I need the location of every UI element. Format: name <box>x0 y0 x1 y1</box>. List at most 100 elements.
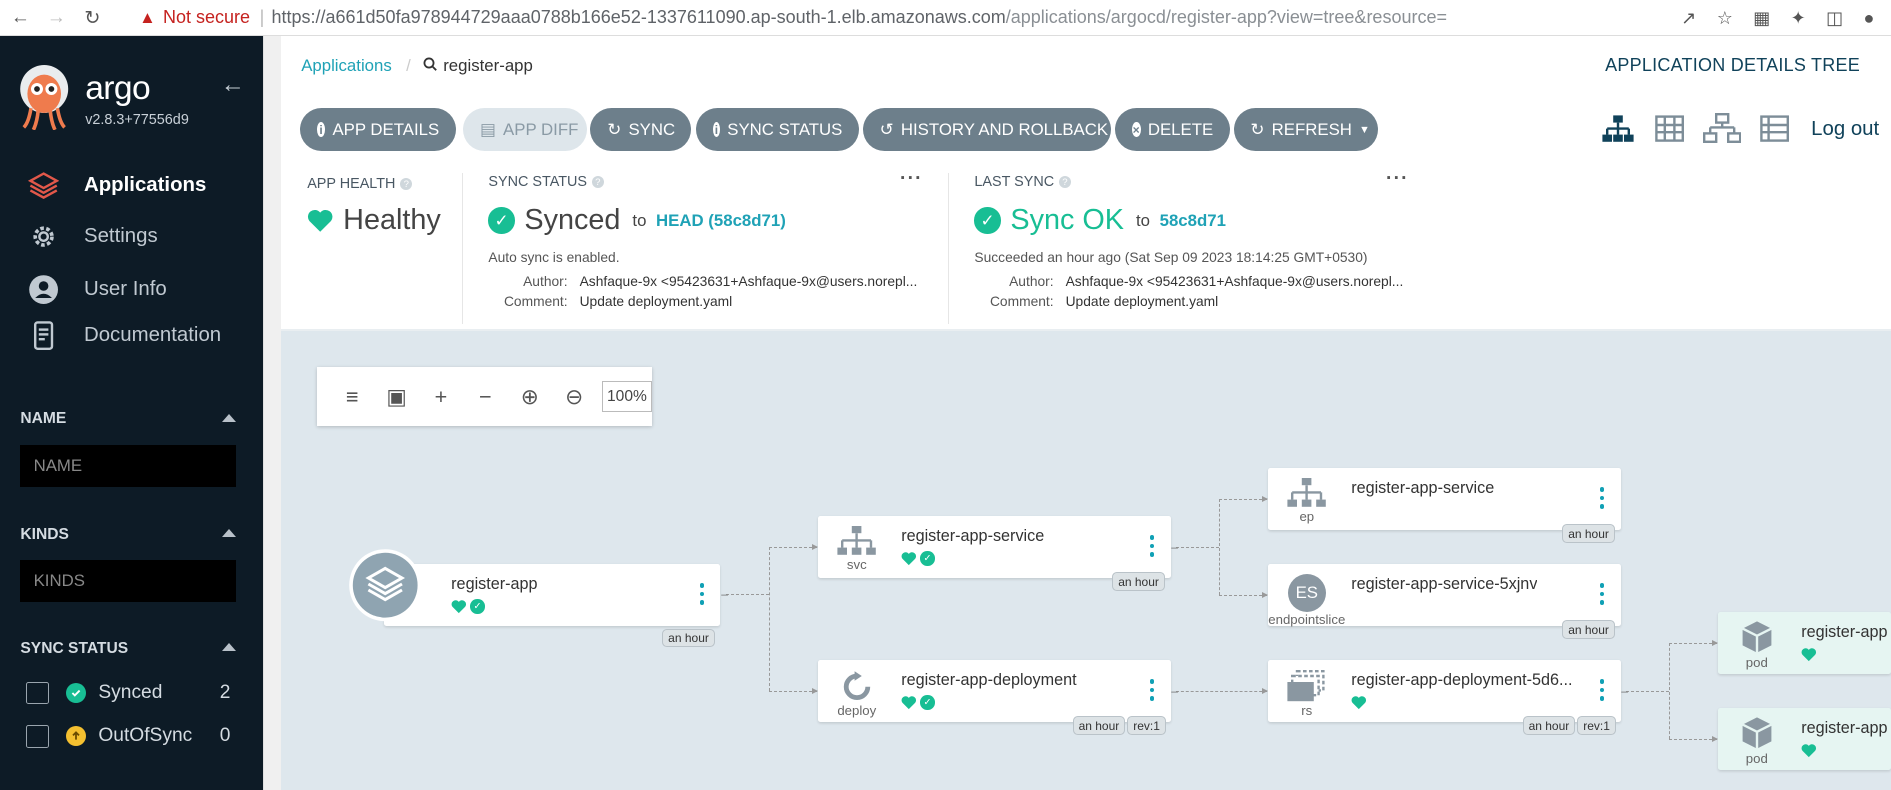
refresh-button[interactable]: ↻ REFRESH ▼ <box>1233 108 1378 152</box>
deploy-node[interactable]: deploy register-app-deployment ✓ an hour… <box>818 659 1172 735</box>
app-diff-button[interactable]: ▤ APP DIFF <box>463 108 587 152</box>
zoom-level[interactable]: 100% <box>602 380 652 413</box>
deploy-icon: deploy <box>830 670 883 718</box>
arrow-up-circle-icon <box>65 726 87 747</box>
help-icon[interactable]: ? <box>1058 176 1071 188</box>
history-rollback-button[interactable]: ↺ HISTORY AND ROLLBACK <box>862 108 1112 152</box>
view-switcher <box>1600 112 1791 150</box>
caret-down-icon: ▼ <box>1359 123 1370 136</box>
share-icon[interactable]: ↗ <box>1681 8 1696 29</box>
node-menu-icon[interactable] <box>1149 679 1155 701</box>
breadcrumb: Applications / register-app <box>301 56 533 76</box>
puzzle-icon[interactable]: ✦ <box>1791 8 1806 29</box>
filter-name-title[interactable]: NAME <box>20 410 237 428</box>
sync-status-button[interactable]: i SYNC STATUS <box>695 108 860 152</box>
endpoints-node[interactable]: ep register-app-service an hour <box>1268 467 1622 543</box>
caret-up-icon[interactable] <box>222 643 237 652</box>
help-icon[interactable]: ? <box>591 176 604 188</box>
app-node[interactable]: register-app ✓ an hour <box>348 549 720 648</box>
sidebar-item-documentation[interactable]: Documentation <box>26 319 221 353</box>
delete-button[interactable]: × DELETE <box>1114 108 1230 152</box>
collapse-all-icon[interactable]: − <box>463 379 507 415</box>
sidebar-item-user-info[interactable]: User Info <box>26 272 167 306</box>
outofsync-checkbox[interactable] <box>26 724 50 748</box>
pod-icon: pod <box>1718 619 1795 670</box>
user-icon <box>26 272 60 306</box>
check-circle-icon <box>65 682 87 704</box>
collapse-sidebar-icon[interactable]: ← <box>221 71 245 99</box>
service-icon: svc <box>830 525 883 572</box>
sync-status-menu[interactable]: ··· <box>900 168 923 190</box>
check-circle-icon: ✓ <box>974 207 1001 234</box>
search-icon <box>423 56 437 76</box>
sidebar-scrollbar[interactable] <box>262 36 281 790</box>
node-menu-icon[interactable] <box>1599 487 1605 509</box>
zoom-out-icon[interactable]: ⊖ <box>552 379 596 415</box>
sync-status-value[interactable]: ✓ Synced to HEAD (58c8d71) <box>488 204 786 237</box>
argo-logo-icon[interactable] <box>19 64 69 130</box>
sidebar: argo v2.8.3+77556d9 ← Applications Setti… <box>0 36 263 790</box>
node-menu-icon[interactable] <box>1599 583 1605 605</box>
heart-icon <box>1351 696 1367 709</box>
zoom-in-icon[interactable]: ⊕ <box>508 379 552 415</box>
caret-up-icon[interactable] <box>222 414 237 422</box>
list-view-icon[interactable] <box>1759 113 1790 150</box>
logout-link[interactable]: Log out <box>1811 118 1879 141</box>
arrow-right-icon[interactable]: → <box>41 7 72 29</box>
node-name: register-app-service <box>1351 478 1495 497</box>
sync-button[interactable]: ↻ SYNC <box>590 108 692 152</box>
gear-icon <box>26 220 60 254</box>
profile-icon[interactable]: ● <box>1864 8 1875 29</box>
expand-all-icon[interactable]: + <box>419 379 463 415</box>
last-sync-revision-link[interactable]: 58c8d71 <box>1160 211 1226 231</box>
fit-screen-icon[interactable]: ▣ <box>374 379 418 415</box>
not-secure-label[interactable]: Not secure <box>163 7 250 28</box>
age-badge: an hour <box>1562 524 1615 543</box>
help-icon[interactable]: ? <box>400 178 413 191</box>
pod-node[interactable]: pod register-app <box>1718 707 1891 771</box>
star-icon[interactable]: ☆ <box>1717 8 1733 29</box>
grid-view-icon[interactable] <box>1654 113 1685 150</box>
revision-badge: rev:1 <box>1577 716 1616 735</box>
revision-badge: rev:1 <box>1127 716 1166 735</box>
main-content: Applications / register-app APPLICATION … <box>280 36 1891 790</box>
sidepanel-icon[interactable]: ◫ <box>1826 8 1843 29</box>
synced-checkbox[interactable] <box>26 681 50 705</box>
tree-view-icon[interactable] <box>1600 113 1636 150</box>
app-details-button[interactable]: i APP DETAILS <box>299 108 456 152</box>
extension-icon[interactable]: ▦ <box>1753 8 1770 29</box>
browser-url-bar: ← → ↻ ▲ Not secure | https://a661d50fa97… <box>0 0 1891 36</box>
last-sync-menu[interactable]: ··· <box>1386 168 1409 190</box>
node-menu-icon[interactable] <box>1149 535 1155 557</box>
align-left-icon[interactable]: ≡ <box>330 379 374 415</box>
name-filter-input[interactable] <box>20 445 237 488</box>
sync-filter-outofsync[interactable]: OutOfSync 0 <box>26 724 230 748</box>
heart-icon <box>901 552 917 565</box>
url-text[interactable]: https://a661d50fa978944729aaa0788b166e52… <box>271 7 1447 28</box>
pod-node[interactable]: pod register-app <box>1718 611 1891 675</box>
resource-tree-canvas[interactable]: ≡ ▣ + − ⊕ ⊖ 100% – – – – register-app ✓ … <box>280 331 1891 790</box>
sidebar-item-applications[interactable]: Applications <box>26 169 206 203</box>
node-menu-icon[interactable] <box>699 583 705 605</box>
sidebar-item-label: Settings <box>83 224 158 247</box>
endpointslice-node[interactable]: ES endpointslice register-app-service-5x… <box>1268 563 1622 639</box>
svc-node[interactable]: svc register-app-service ✓ an hour <box>818 515 1172 591</box>
sidebar-item-settings[interactable]: Settings <box>26 220 158 254</box>
caret-up-icon[interactable] <box>222 529 237 538</box>
page-title: APPLICATION DETAILS TREE <box>1605 55 1860 76</box>
arrow-left-icon[interactable]: ← <box>5 7 36 29</box>
last-sync-comment: Update deployment.yaml <box>1065 294 1219 309</box>
sync-revision-link[interactable]: HEAD (58c8d71) <box>656 211 786 231</box>
app-health-value[interactable]: Healthy <box>307 204 441 237</box>
kinds-filter-input[interactable] <box>20 560 237 603</box>
network-view-icon[interactable] <box>1702 112 1742 150</box>
node-menu-icon[interactable] <box>1599 679 1605 701</box>
replicaset-node[interactable]: rs register-app-deployment-5d6... an hou… <box>1268 659 1622 735</box>
breadcrumb-applications[interactable]: Applications <box>301 56 392 76</box>
sync-filter-synced[interactable]: Synced 2 <box>26 681 230 705</box>
filter-sync-title[interactable]: SYNC STATUS <box>20 640 237 658</box>
last-sync-value[interactable]: ✓ Sync OK to 58c8d71 <box>974 204 1226 237</box>
reload-icon[interactable]: ↻ <box>77 6 108 30</box>
app-health-title: APP HEALTH? <box>307 176 413 192</box>
filter-kinds-title[interactable]: KINDS <box>20 526 237 544</box>
